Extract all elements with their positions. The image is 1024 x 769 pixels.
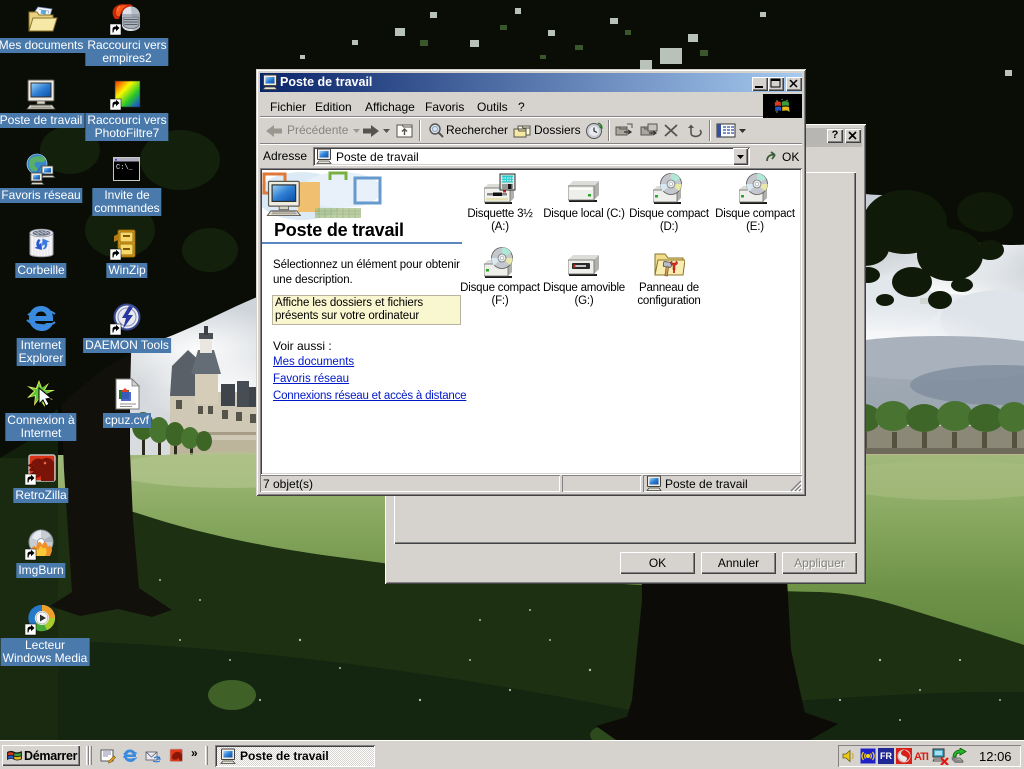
svg-text:ATI: ATI	[914, 751, 929, 763]
svg-text:C:\_: C:\_	[116, 164, 134, 172]
